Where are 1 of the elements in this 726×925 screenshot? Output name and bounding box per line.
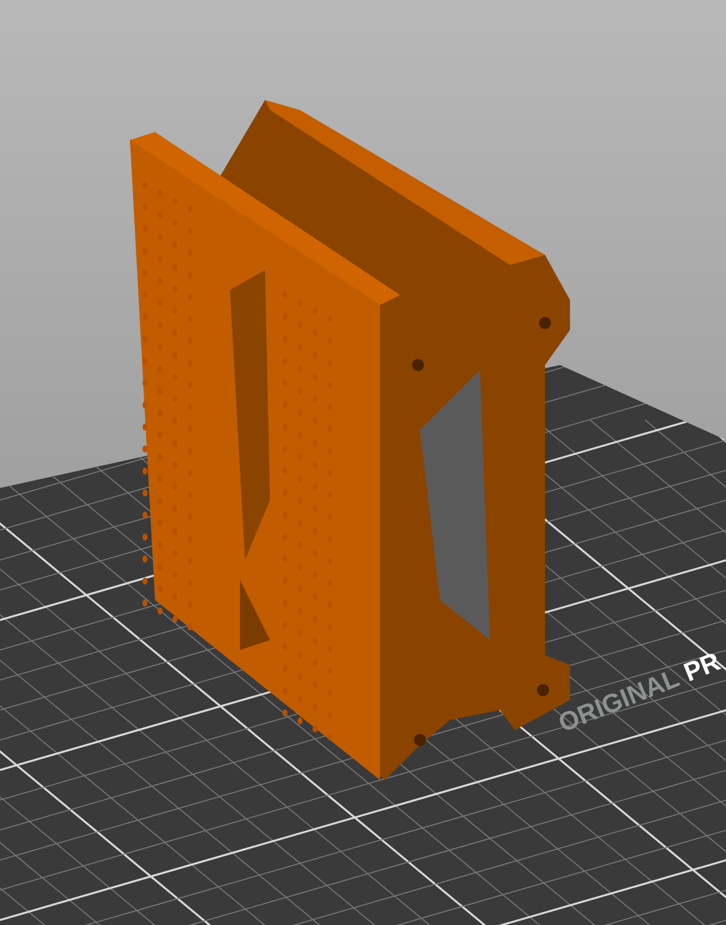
bed-label: PR — [679, 644, 726, 688]
